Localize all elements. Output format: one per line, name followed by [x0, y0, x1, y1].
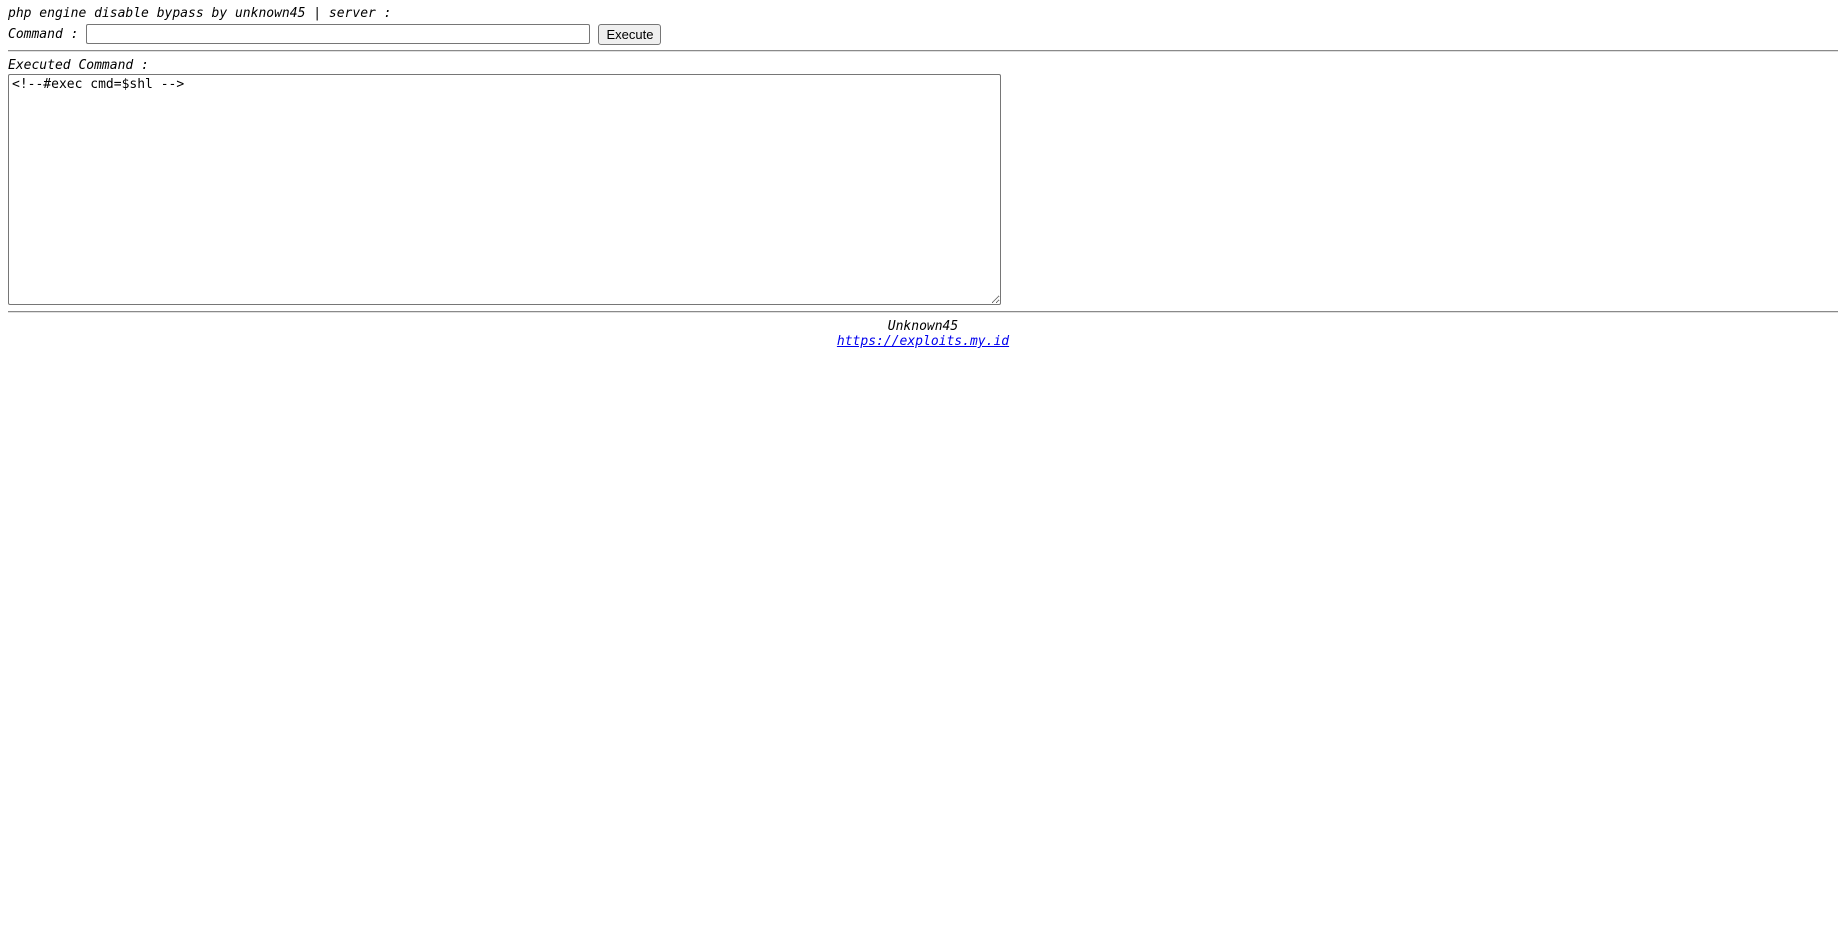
divider-top	[8, 50, 1838, 52]
footer: Unknown45 https://exploits.my.id	[0, 319, 1846, 349]
footer-author: Unknown45	[887, 319, 959, 334]
footer-link[interactable]: https://exploits.my.id	[837, 334, 1009, 349]
executed-command-output[interactable]	[8, 74, 1001, 305]
execute-button[interactable]: Execute	[598, 23, 662, 45]
executed-command-label: Executed Command :	[8, 58, 149, 73]
command-form: Command : Execute	[8, 23, 662, 45]
command-label: Command :	[8, 26, 79, 42]
page-header-text: php engine disable bypass by unknown45 |…	[8, 6, 392, 21]
divider-bottom	[8, 311, 1838, 313]
command-input[interactable]	[86, 24, 591, 44]
